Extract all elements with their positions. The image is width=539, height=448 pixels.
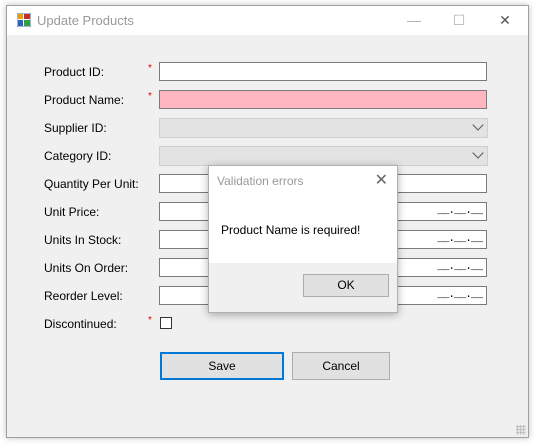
input-mask: __.__.__	[437, 205, 483, 217]
required-mark: *	[148, 91, 152, 102]
chevron-down-icon	[472, 147, 484, 159]
unit-price-label: Unit Price:	[44, 205, 100, 219]
category-id-combo[interactable]	[159, 146, 488, 166]
ok-button[interactable]: OK	[303, 274, 389, 297]
dialog-message: Product Name is required!	[221, 223, 361, 237]
product-id-label: Product ID:	[44, 65, 105, 79]
chevron-down-icon	[472, 119, 484, 131]
input-mask: __.__.__	[437, 289, 483, 301]
minimize-button[interactable]: —	[399, 9, 429, 31]
required-mark: *	[148, 63, 152, 74]
required-mark: *	[148, 315, 152, 326]
cancel-button[interactable]: Cancel	[292, 352, 390, 380]
dialog-close-button[interactable]: ✕	[375, 170, 388, 190]
discontinued-checkbox[interactable]	[160, 317, 172, 329]
product-name-input[interactable]	[159, 90, 487, 109]
units-in-stock-label: Units In Stock:	[44, 233, 122, 247]
supplier-id-combo[interactable]	[159, 118, 488, 138]
window-title: Update Products	[37, 13, 134, 28]
product-name-label: Product Name:	[44, 93, 125, 107]
dialog-footer: OK	[209, 263, 397, 312]
app-form-icon	[17, 13, 31, 27]
reorder-level-label: Reorder Level:	[44, 289, 123, 303]
category-id-label: Category ID:	[44, 149, 112, 163]
maximize-button[interactable]: ☐	[444, 9, 474, 31]
units-on-order-label: Units On Order:	[44, 261, 129, 275]
discontinued-label: Discontinued:	[44, 317, 117, 331]
supplier-id-label: Supplier ID:	[44, 121, 107, 135]
input-mask: __.__.__	[437, 233, 483, 245]
quantity-per-unit-label: Quantity Per Unit:	[44, 177, 139, 191]
close-button[interactable]: ✕	[490, 9, 520, 31]
validation-errors-dialog: Validation errors ✕ Product Name is requ…	[208, 165, 398, 313]
input-mask: __.__.__	[437, 261, 483, 273]
product-id-input[interactable]	[159, 62, 487, 81]
dialog-title: Validation errors	[217, 174, 304, 188]
title-bar: Update Products — ☐ ✕	[7, 6, 528, 35]
save-button[interactable]: Save	[160, 352, 284, 380]
resize-grip[interactable]	[516, 425, 526, 435]
